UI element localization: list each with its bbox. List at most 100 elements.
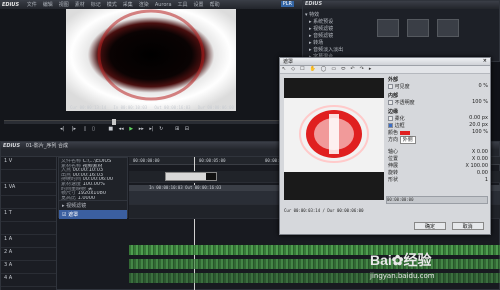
rewind-icon[interactable]: ◂◂ [119, 126, 124, 132]
dialog-footer-timecode: Cur 00:00:03:14 / Dur 00:00:06:00 [284, 208, 364, 213]
mark-out-icon[interactable]: |▸ [72, 126, 76, 132]
app-logo: EDIUS [2, 2, 20, 8]
overwrite-icon[interactable]: ⊟ [185, 126, 189, 132]
menu-item-7[interactable]: 渲染 [139, 1, 149, 8]
mask-tool-icon[interactable]: ◇ [291, 66, 295, 72]
track-headers: 1 V 1 VA 1 T 1 A2 A3 A4 A [1, 157, 57, 290]
effects-tree-item[interactable]: ▾ 特效 [305, 11, 367, 18]
stop-icon[interactable]: ■ [108, 126, 113, 132]
menu-item-3[interactable]: 素材 [75, 1, 85, 8]
effects-tree-item[interactable]: ▸ 转场 [305, 39, 367, 46]
menu-item-6[interactable]: 采集 [123, 1, 133, 8]
effect-thumb-2[interactable] [407, 19, 429, 37]
dialog-timeline[interactable]: 00:00:00:00 [386, 196, 488, 204]
mask-tool-icon[interactable]: ↷ [360, 66, 364, 72]
dialog-toolbar: ↖ ◇ ☐ ✋ ◯ ▭ ⬭ ↶ ↷ ▸ [280, 66, 490, 74]
track-header[interactable] [1, 222, 56, 235]
mark-in-icon[interactable]: ◂| [60, 126, 64, 132]
insert-icon[interactable]: ⊞ [175, 126, 179, 132]
dialog-close-button[interactable]: × [483, 58, 487, 64]
fast-forward-icon[interactable]: ▸▸ [139, 126, 144, 132]
mask-tool-icon[interactable]: ◯ [321, 66, 327, 72]
menu-item-5[interactable]: 模式 [107, 1, 117, 8]
transform-properties: 轴心 X 0.00 位置 X 0.00 伸展 X 100.00 旋转 0.00 形状 1 [388, 149, 488, 184]
effects-thumbnails [373, 15, 497, 55]
effect-thumb-3[interactable] [437, 19, 459, 37]
edge-soft-row: 柔化 0.00 px [388, 115, 488, 122]
effects-tree-item[interactable]: ▸ 音频淡入淡出 [305, 46, 367, 53]
mask-preview[interactable] [284, 78, 384, 200]
effect-item-mask[interactable]: ☑ 遮罩 [59, 210, 127, 219]
menu-item-10[interactable]: 设置 [194, 1, 204, 8]
outline-checkbox[interactable] [388, 123, 393, 128]
track-header[interactable]: 2 A [1, 248, 56, 261]
mask-tool-icon[interactable]: ▭ [331, 66, 336, 72]
effects-tree-item[interactable]: ▸ 视频滤镜 [305, 25, 367, 32]
paw-icon: ✿ [391, 252, 404, 268]
mode-badge[interactable]: PLR [280, 1, 294, 7]
track-header[interactable] [1, 196, 56, 209]
dialog-title: 遮罩 [283, 59, 294, 65]
menu-item-1[interactable]: 编辑 [43, 1, 53, 8]
edge-outline-row: 边框 20.0 px [388, 122, 488, 129]
effect-item-video-filter[interactable]: ▸ 视频滤镜 [59, 201, 127, 210]
effects-tree-item[interactable]: ▸ 系统预设 [305, 18, 367, 25]
transform-row[interactable]: 位置 X 0.00 [388, 156, 488, 163]
transform-row[interactable]: 形状 1 [388, 177, 488, 184]
playhead-marker[interactable] [112, 119, 116, 125]
settings-panel: 外部 可见度 0 % 内部 不透明度 100 % 边缘 柔化 0.00 px 边… [388, 76, 488, 194]
menu-item-9[interactable]: 工具 [178, 1, 188, 8]
soft-checkbox[interactable] [388, 116, 393, 121]
set-out-icon[interactable]: ▯ [92, 126, 95, 132]
set-in-icon[interactable]: ▯ [84, 126, 87, 132]
track-header[interactable]: 1 V [1, 157, 56, 170]
section-outside: 外部 [388, 77, 399, 83]
track-header[interactable]: 3 A [1, 261, 56, 274]
inside-visible-checkbox[interactable] [388, 100, 393, 105]
mask-tool-icon[interactable]: ▸ [369, 66, 372, 72]
menu-item-8[interactable]: Aurora [155, 2, 172, 8]
loop-icon[interactable]: ↻ [159, 126, 163, 132]
baidu-watermark: Bai✿经验 jingyan.baidu.com [370, 252, 435, 280]
mask-tool-icon[interactable]: ⬭ [341, 66, 345, 72]
effects-panel: EDIUS ▾ 特效 ▸ 系统预设 ▸ 视频滤镜 ▸ 音频滤镜 ▸ 转场 ▸ 音频淡入淡出… [302, 0, 500, 67]
menu-item-2[interactable]: 视图 [59, 1, 69, 8]
dialog-buttons: 确定 取消 [414, 222, 488, 232]
player-timecodes: Cur 00:00:13:14 In 00:00:10:03 Out 00:00… [70, 105, 234, 110]
effects-tree-item[interactable]: ▸ 音频滤镜 [305, 32, 367, 39]
track-header[interactable]: 1 T [1, 209, 56, 222]
edge-color-row: 颜色 100 % [388, 129, 488, 136]
outside-visible-checkbox[interactable] [388, 84, 393, 89]
transform-row[interactable]: 轴心 X 0.00 [388, 149, 488, 156]
track-header[interactable]: 1 VA [1, 183, 56, 196]
mask-tool-icon[interactable]: ↶ [350, 66, 354, 72]
edge-direction-row: 方向 外侧 [388, 136, 488, 144]
play-icon[interactable]: ▶ [129, 126, 133, 132]
mask-tool-icon[interactable]: ↖ [282, 66, 286, 72]
mask-tool-icon[interactable]: ✋ [310, 66, 316, 72]
next-frame-icon[interactable]: ▸| [149, 126, 153, 132]
mask-preview-image [284, 98, 384, 172]
menu-item-0[interactable]: 文件 [27, 1, 37, 8]
outside-visible-row: 可见度 0 % [388, 83, 488, 90]
transform-row[interactable]: 伸展 X 100.00 [388, 163, 488, 170]
player-scrubber[interactable] [4, 119, 298, 125]
info-rows: 文件名称 C:\...\EDIUS 素材名称 视频素材 入点 00:00:10:03… [59, 158, 127, 201]
video-clip[interactable] [165, 172, 217, 181]
track-header[interactable]: 4 A [1, 274, 56, 287]
menu-item-11[interactable]: 帮助 [210, 1, 220, 8]
cancel-button[interactable]: 取消 [451, 222, 484, 230]
player-panel: Cur 00:00:13:14 In 00:00:10:03 Out 00:00… [0, 9, 302, 141]
effect-list: ▸ 视频滤镜 ☑ 遮罩 [58, 200, 128, 219]
effects-title-bar: EDIUS [303, 1, 499, 9]
track-header[interactable] [1, 170, 56, 183]
track-header[interactable]: 1 A [1, 235, 56, 248]
mask-tool-icon[interactable]: ☐ [300, 66, 304, 72]
effect-thumb-1[interactable] [377, 19, 399, 37]
transform-row[interactable]: 旋转 0.00 [388, 170, 488, 177]
menu-item-4[interactable]: 标记 [91, 1, 101, 8]
ok-button[interactable]: 确定 [414, 222, 446, 230]
color-swatch[interactable] [399, 130, 410, 135]
player-viewport: Cur 00:00:13:14 In 00:00:10:03 Out 00:00… [66, 9, 236, 111]
direction-select[interactable]: 外侧 [399, 136, 416, 144]
